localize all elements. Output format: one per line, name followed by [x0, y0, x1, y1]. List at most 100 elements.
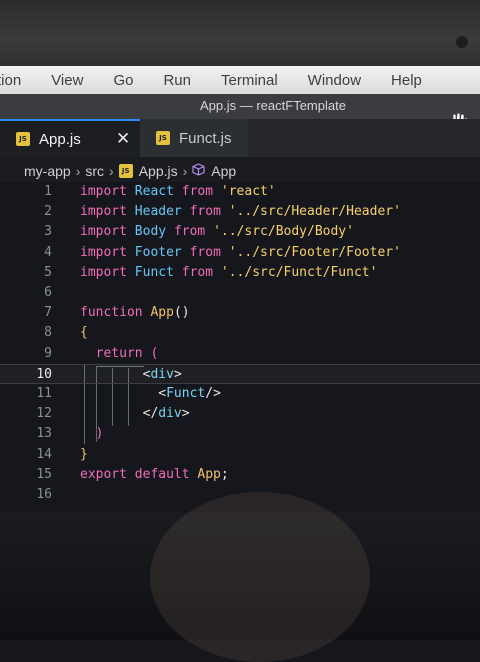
code-line[interactable]: 11 <Funct/>	[0, 384, 480, 404]
code-token: >	[181, 406, 190, 422]
line-number: 3	[44, 224, 52, 240]
line-number: 5	[44, 264, 52, 280]
chevron-right-icon: ›	[75, 163, 81, 179]
line-number: 12	[36, 406, 52, 422]
code-token: 'react'	[220, 184, 276, 199]
code-line[interactable]: 4 import Footer from '../src/Footer/Foote…	[0, 243, 480, 263]
tab-funct-js[interactable]: JS Funct.js	[140, 119, 248, 157]
code-token: import	[80, 204, 135, 220]
code-editor[interactable]: 1 import React from 'react' 2 import Header…	[0, 182, 480, 512]
code-line[interactable]: 10 <div>	[0, 363, 480, 385]
breadcrumb-symbol[interactable]: App	[211, 163, 236, 179]
tab-bar: JS App.js ✕ JS Funct.js	[0, 119, 480, 157]
code-text: export default App;	[80, 465, 229, 485]
breadcrumb-folder[interactable]: src	[85, 163, 104, 179]
code-line[interactable]: 5 import Funct from '../src/Funct/Funct'	[0, 263, 480, 283]
code-token: from	[173, 224, 214, 240]
code-token: </	[142, 406, 159, 422]
code-text: return (	[80, 344, 159, 364]
code-token: '../src/Header/Header'	[228, 204, 401, 220]
code-text: {	[80, 323, 88, 343]
line-number: 16	[36, 487, 52, 502]
code-text: <Funct/>	[80, 384, 221, 404]
code-token: />	[205, 386, 221, 401]
code-token: function	[80, 305, 151, 321]
menu-item-view[interactable]: View	[51, 72, 83, 89]
code-line[interactable]: 15 export default App;	[0, 465, 480, 485]
menu-item-selection[interactable]: tion	[0, 72, 21, 89]
menu-item-window[interactable]: Window	[308, 72, 361, 89]
code-line[interactable]: 2 import Header from '../src/Header/Heade…	[0, 202, 480, 222]
code-token: from	[189, 244, 229, 260]
chevron-right-icon: ›	[109, 163, 114, 179]
camera-dot	[456, 36, 468, 48]
code-line[interactable]: 13 )	[0, 424, 480, 444]
close-icon[interactable]: ✕	[116, 129, 130, 149]
menu-item-run[interactable]: Run	[163, 72, 191, 89]
line-number: 7	[44, 305, 52, 321]
code-text: import Footer from '../src/Footer/Footer…	[80, 243, 401, 263]
menu-item-go[interactable]: Go	[113, 72, 133, 89]
code-token: '../src/Body/Body'	[213, 224, 354, 240]
line-number: 8	[44, 325, 52, 341]
code-token: >	[173, 366, 182, 382]
code-token: ;	[220, 466, 229, 482]
chevron-right-icon: ›	[182, 163, 188, 179]
breadcrumb-folder[interactable]: my-app	[24, 163, 71, 179]
code-line[interactable]: 14}	[0, 445, 480, 465]
code-token: }	[80, 446, 88, 462]
code-token: import	[80, 264, 135, 280]
breadcrumb: my-app › src › JS App.js › App	[0, 157, 480, 185]
code-line[interactable]: 8{	[0, 323, 480, 343]
code-token: from	[181, 184, 221, 199]
line-number: 4	[44, 244, 52, 260]
code-token: import	[80, 184, 135, 199]
breadcrumb-file[interactable]: App.js	[139, 163, 178, 179]
code-text: import Funct from '../src/Funct/Funct'	[80, 263, 377, 283]
code-token: (	[150, 345, 159, 361]
code-text: <div>	[80, 365, 182, 385]
code-text: )	[80, 424, 104, 444]
code-token: ()	[173, 305, 190, 321]
code-token: from	[181, 264, 221, 280]
line-number: 14	[36, 446, 52, 462]
tab-label: App.js	[39, 130, 81, 148]
code-token: Body	[134, 224, 174, 240]
code-token: from	[189, 204, 229, 220]
code-line[interactable]: 6	[0, 283, 480, 303]
editor-empty-area	[0, 492, 480, 662]
menu-item-terminal[interactable]: Terminal	[221, 72, 278, 89]
code-token: div	[150, 366, 174, 382]
code-line[interactable]: 3 import Body from '../src/Body/Body'	[0, 222, 480, 242]
code-token: Footer	[134, 244, 190, 260]
tab-app-js[interactable]: JS App.js ✕	[0, 119, 140, 157]
code-line[interactable]: 9 return (	[0, 344, 480, 364]
code-token: Header	[134, 204, 190, 220]
line-number: 15	[36, 466, 52, 482]
code-text: import Body from '../src/Body/Body'	[80, 222, 354, 242]
code-token: {	[80, 325, 88, 341]
js-file-icon: JS	[16, 132, 30, 146]
menu-bar: tion View Go Run Terminal Window Help	[0, 66, 480, 94]
line-number: 10	[36, 366, 52, 382]
window-title: App.js — reactFTemplate	[200, 98, 346, 113]
code-text: import React from 'react'	[80, 182, 276, 202]
code-line[interactable]: 12 </div>	[0, 404, 480, 424]
code-token: )	[95, 426, 104, 442]
line-number: 1	[44, 184, 52, 199]
menu-item-help[interactable]: Help	[391, 72, 422, 89]
code-token: App	[197, 466, 221, 482]
line-number: 2	[44, 204, 52, 220]
window-titlebar: App.js — reactFTemplate	[0, 94, 480, 119]
code-line[interactable]: 7 function App()	[0, 303, 480, 323]
reflection-blur	[150, 492, 370, 662]
code-token: import	[80, 224, 135, 240]
code-token: App	[150, 305, 174, 321]
code-token: '../src/Funct/Funct'	[220, 264, 378, 280]
code-token: return	[95, 345, 151, 361]
code-line[interactable]: 1 import React from 'react'	[0, 182, 480, 202]
